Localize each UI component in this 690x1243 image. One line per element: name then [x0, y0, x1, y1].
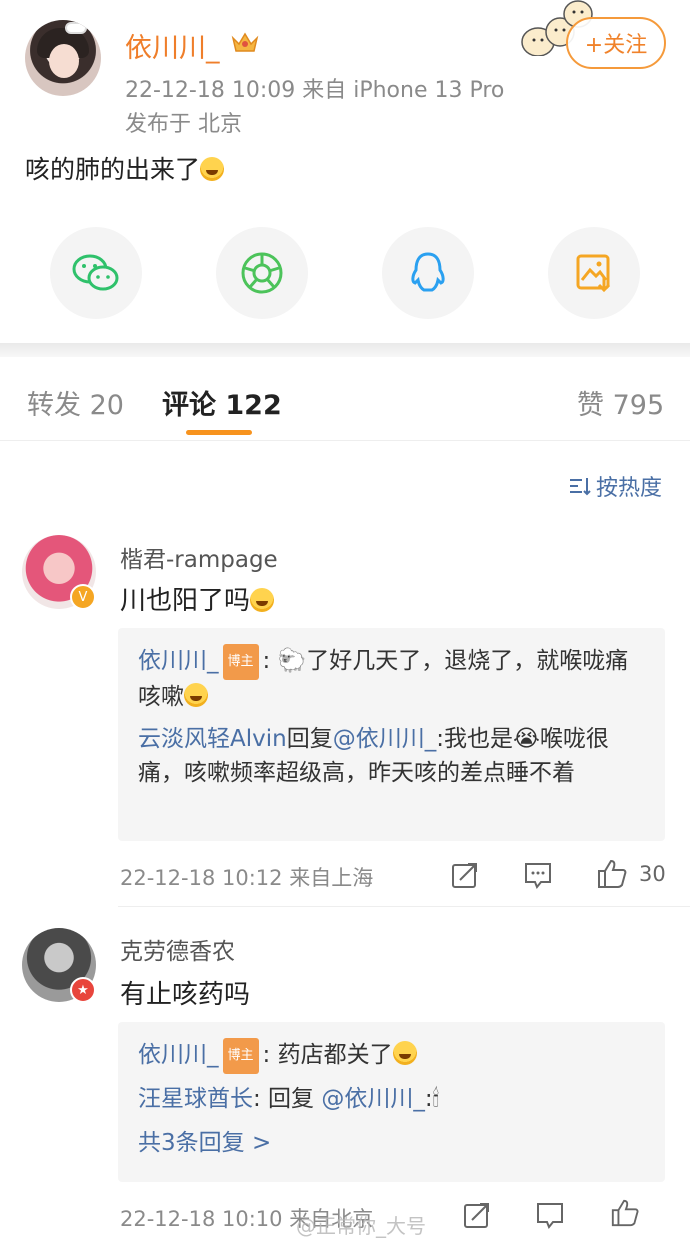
comment-timestamp: 22-12-18 10:12 来自上海 — [120, 866, 374, 890]
like-icon[interactable] — [610, 1198, 640, 1228]
repost-icon[interactable] — [462, 1200, 492, 1230]
save-image-icon — [576, 254, 611, 293]
like-count: 30 — [639, 862, 666, 886]
reply-item: 依川川_ 博主: 🐑了好几天了，退烧了，就喉咙痛咳嗽 — [138, 644, 650, 714]
more-replies-link[interactable]: 共3条回复 > — [138, 1126, 650, 1160]
host-tag: 博主 — [222, 644, 259, 680]
active-tab-indicator — [186, 430, 252, 435]
reply-author[interactable]: 云淡风轻Alvin — [138, 726, 287, 752]
reply-item: 汪星球酋长: 回复 @依川川_:🕯 — [138, 1082, 650, 1116]
reply-box[interactable]: 依川川_ 博主: 药店都关了 汪星球酋长: 回复 @依川川_:🕯 共3条回复 > — [118, 1022, 665, 1182]
comment-icon[interactable] — [535, 1200, 565, 1230]
sort-button[interactable]: 按热度 — [568, 470, 662, 502]
follow-button[interactable]: +关注 — [566, 17, 666, 69]
section-divider — [0, 343, 690, 357]
reply-text: :🕯 — [424, 1086, 440, 1112]
reply-prefix: : 回复 — [253, 1086, 322, 1112]
save-image-button[interactable] — [548, 227, 640, 319]
reply-item: 云淡风轻Alvin回复@依川川_:我也是😭喉咙很痛，咳嗽频率超级高，昨天咳的差点… — [138, 722, 650, 790]
tab-comments[interactable]: 评论 122 — [162, 383, 282, 422]
reply-mention[interactable]: @依川川_ — [333, 726, 437, 752]
reply-mention[interactable]: @依川川_ — [321, 1086, 425, 1112]
comment-icon[interactable] — [523, 860, 553, 890]
wechat-icon — [72, 254, 119, 291]
red-badge-icon: ★ — [70, 977, 96, 1003]
qq-icon — [411, 252, 445, 292]
crying-emoji-icon — [200, 157, 225, 181]
post-location: 发布于 北京 — [125, 112, 242, 137]
reply-item: 依川川_ 博主: 药店都关了 — [138, 1038, 650, 1074]
comment-text: 有止咳药吗 — [120, 980, 251, 1010]
emoji-icon — [250, 588, 275, 612]
share-qq-button[interactable] — [382, 227, 474, 319]
post-timestamp: 22-12-18 10:09 来自 iPhone 13 Pro — [125, 78, 505, 103]
verified-badge-icon: V — [70, 584, 96, 610]
post-text: 咳的肺的出来了 — [25, 150, 225, 186]
follow-label: +关注 — [584, 33, 648, 58]
reply-author[interactable]: 汪星球酋长 — [138, 1086, 253, 1112]
moments-icon — [241, 252, 283, 294]
sort-icon — [570, 478, 591, 496]
watermark: @正常你_大号 — [296, 1214, 426, 1238]
crying-emoji-icon — [392, 1041, 417, 1065]
vip-crown-icon — [231, 32, 259, 52]
comment-divider — [118, 906, 690, 907]
like-icon[interactable] — [596, 858, 628, 890]
tab-repost[interactable]: 转发 20 — [27, 383, 124, 422]
share-moments-button[interactable] — [216, 227, 308, 319]
post-username[interactable]: 依川川_ — [125, 26, 220, 65]
comment-author[interactable]: 楷君-rampage — [120, 540, 278, 574]
reply-prefix: 回复 — [286, 726, 333, 752]
reply-author[interactable]: 依川川_ — [138, 1042, 219, 1068]
user-avatar[interactable] — [25, 20, 101, 96]
reply-author[interactable]: 依川川_ — [138, 648, 219, 674]
tab-likes[interactable]: 赞 795 — [577, 383, 664, 422]
repost-icon[interactable] — [450, 860, 480, 890]
reply-text: : 药店都关了 — [262, 1042, 393, 1068]
comment-author[interactable]: 克劳德香农 — [120, 932, 235, 966]
post-text-content: 咳的肺的出来了 — [25, 155, 201, 184]
share-wechat-button[interactable] — [50, 227, 142, 319]
host-tag: 博主 — [222, 1038, 259, 1074]
reply-box[interactable]: 依川川_ 博主: 🐑了好几天了，退烧了，就喉咙痛咳嗽 云淡风轻Alvin回复@依川… — [118, 628, 665, 841]
comment-text: 川也阳了吗 — [120, 580, 275, 617]
tabs-divider — [0, 440, 690, 441]
sort-label: 按热度 — [596, 476, 663, 501]
crying-emoji-icon — [184, 683, 208, 707]
